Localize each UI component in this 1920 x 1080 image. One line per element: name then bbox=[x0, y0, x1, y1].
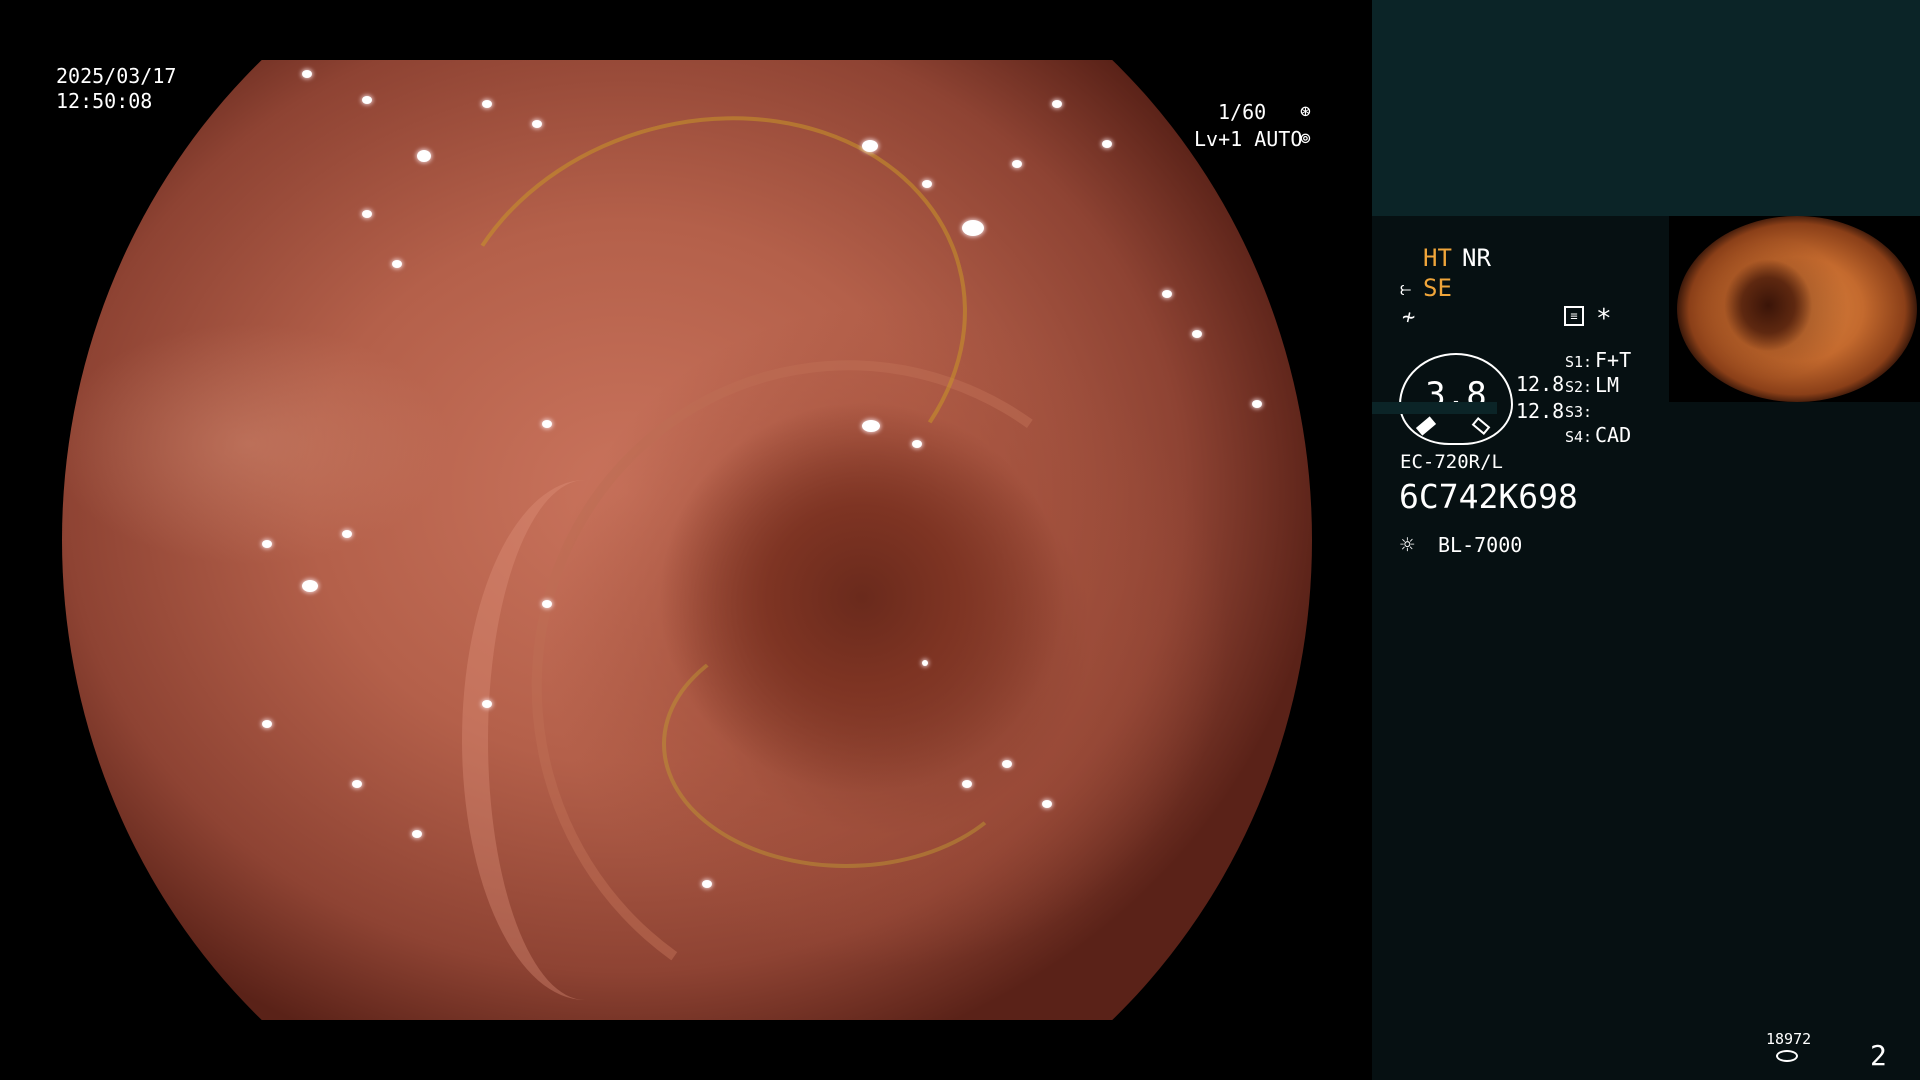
specular-highlight bbox=[262, 720, 272, 728]
light-source-model: BL-7000 bbox=[1438, 533, 1523, 557]
panel-header-area bbox=[1372, 0, 1920, 216]
specular-highlight bbox=[962, 220, 984, 236]
settings-keys: S1: S2: S3: S4: bbox=[1565, 350, 1592, 450]
scope-serial: 6C742K698 bbox=[1399, 477, 1578, 516]
specular-highlight bbox=[922, 660, 928, 666]
specular-highlight bbox=[412, 830, 422, 838]
setting-key: S3: bbox=[1565, 403, 1593, 421]
setting-key: S4: bbox=[1565, 428, 1593, 446]
setting-key: S1: bbox=[1565, 353, 1593, 371]
specular-highlight bbox=[542, 420, 552, 428]
asterisk-indicator: * bbox=[1596, 304, 1612, 334]
specular-highlight bbox=[352, 780, 362, 788]
shutter-aperture-icon: ⊛ bbox=[1300, 101, 1311, 122]
specular-highlight bbox=[302, 70, 312, 78]
setting-value: F+T bbox=[1595, 348, 1632, 372]
setting-value: LM bbox=[1595, 373, 1620, 397]
specular-highlight bbox=[532, 120, 542, 128]
exam-time: 12:50:08 bbox=[56, 89, 153, 113]
side-value-2: 12.8 bbox=[1516, 399, 1565, 423]
light-bulb-icon: ☼ bbox=[1400, 531, 1415, 559]
specular-highlight bbox=[922, 180, 932, 188]
specular-highlight bbox=[362, 96, 372, 104]
endoscopic-image bbox=[62, 60, 1312, 1020]
scope-model: EC-720R/L bbox=[1400, 451, 1503, 473]
side-value-1: 12.8 bbox=[1516, 372, 1565, 396]
specular-highlight bbox=[342, 530, 352, 538]
specular-highlight bbox=[1252, 400, 1262, 408]
setting-value bbox=[1595, 398, 1631, 423]
gauge-marker-filled bbox=[1415, 416, 1437, 436]
level-auto-mode: Lv+1 AUTO bbox=[1194, 127, 1303, 151]
specular-highlight bbox=[912, 440, 922, 448]
ht-indicator: HT bbox=[1423, 244, 1452, 272]
storage-disk-icon bbox=[1776, 1050, 1798, 1062]
bile-streak bbox=[662, 620, 1030, 868]
exam-date: 2025/03/17 bbox=[56, 64, 177, 88]
brightness-gauge: 3.8 bbox=[1399, 353, 1513, 445]
page-number: 2 bbox=[1870, 1039, 1887, 1072]
specular-highlight bbox=[542, 600, 552, 608]
specular-highlight bbox=[482, 700, 492, 708]
specular-highlight bbox=[862, 140, 878, 152]
specular-highlight bbox=[417, 150, 431, 162]
thumbnail-status-bar bbox=[1372, 402, 1497, 414]
endoscope-main-view: 2025/03/17 12:50:08 1/60 ⊛ Lv+1 AUTO ⊚ bbox=[0, 0, 1372, 1080]
specular-highlight bbox=[1052, 100, 1062, 108]
specular-highlight bbox=[1042, 800, 1052, 808]
specular-highlight bbox=[262, 540, 272, 548]
info-panel: HT NR ⥼ SE ≁ ≡ * 3.8 12.8 12.8 S1: S2: S… bbox=[1372, 0, 1920, 1080]
scope-bend-icon: ⥼ bbox=[1400, 276, 1412, 300]
storage-count: 18972 bbox=[1766, 1030, 1812, 1048]
gauge-marker-empty bbox=[1471, 417, 1491, 435]
memo-list-icon: ≡ bbox=[1564, 306, 1584, 326]
specular-highlight bbox=[1012, 160, 1022, 168]
thumbnail-image bbox=[1677, 216, 1917, 402]
shutter-speed: 1/60 bbox=[1218, 100, 1267, 124]
nr-indicator: NR bbox=[1462, 244, 1491, 272]
settings-values: F+T LM CAD bbox=[1595, 348, 1631, 448]
auto-iris-icon: ⊚ bbox=[1300, 128, 1311, 149]
reference-thumbnail[interactable] bbox=[1669, 216, 1920, 402]
specular-highlight bbox=[302, 580, 318, 592]
specular-highlight bbox=[1162, 290, 1172, 298]
specular-highlight bbox=[702, 880, 712, 888]
specular-highlight bbox=[1002, 760, 1012, 768]
setting-value: CAD bbox=[1595, 423, 1632, 447]
specular-highlight bbox=[392, 260, 402, 268]
specular-highlight bbox=[862, 420, 880, 432]
specular-highlight bbox=[362, 210, 372, 218]
specular-highlight bbox=[482, 100, 492, 108]
specular-highlight bbox=[1102, 140, 1112, 148]
specular-highlight bbox=[962, 780, 972, 788]
se-indicator: SE bbox=[1423, 274, 1452, 302]
setting-key: S2: bbox=[1565, 378, 1593, 396]
freeze-icon: ≁ bbox=[1402, 305, 1416, 330]
specular-highlight bbox=[1192, 330, 1202, 338]
